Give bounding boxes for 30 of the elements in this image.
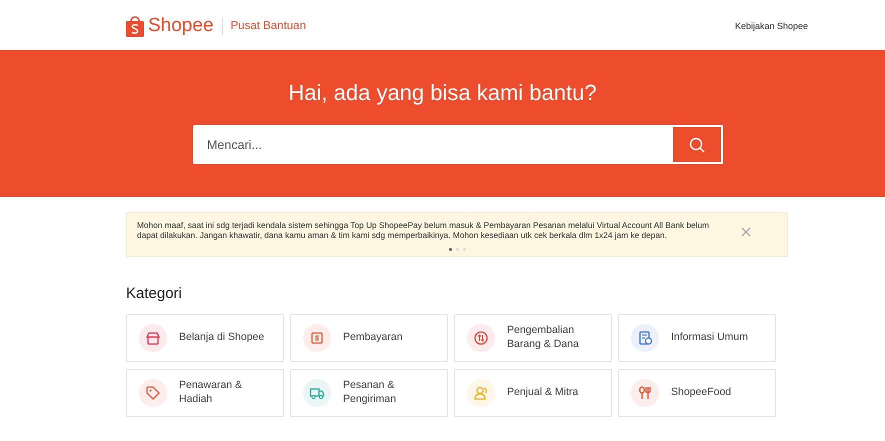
hero-title: Hai, ada yang bisa kami bantu? [287,80,598,106]
category-label: Belanja di Shopee [179,331,264,345]
notice-text: Mohon maaf, saat ini sdg terjadi kendala sistem sehingga Top Up ShopeePay belum masuk & Pembayaran Pesanan melalui Virtual Account All Bank belum dapat dilakukan. Jangan khawatir, dana kamu aman & tim kami sdg memperbaikinya. Mohon kesediaan utk cek berkala dlm 1x24 jam ke depan. [137,220,710,242]
category-label: Pengembalian Barang & Dana [507,324,580,352]
search-icon [689,136,705,153]
category-label: Penjual & Mitra [507,386,578,400]
logo-text[interactable]: Shopee [148,12,214,40]
carousel-dot[interactable] [456,248,458,251]
category-label: ShopeeFood [671,386,732,400]
section-title: Kategori [126,285,183,303]
category-label: Pembayaran [343,331,403,345]
category-label: Penawaran & Hadiah [179,379,244,407]
category-card[interactable]: Belanja di Shopee [126,314,284,362]
category-card[interactable]: Pesanan & Pengiriman [290,369,448,417]
category-label: Pesanan & Pengiriman [343,379,398,407]
close-icon [741,226,751,237]
category-card[interactable]: Penjual & Mitra [454,369,612,417]
category-card[interactable]: ShopeeFood [618,369,776,417]
category-card[interactable]: Penawaran & Hadiah [126,369,284,417]
carousel-dot[interactable] [462,248,466,251]
search-button[interactable] [671,125,723,164]
category-label: Informasi Umum [671,331,748,345]
category-card[interactable]: Informasi Umum [618,314,776,362]
category-card[interactable]: Pengembalian Barang & Dana [454,314,612,362]
category-card[interactable]: Pembayaran [290,314,448,362]
help-center-title: Pusat Bantuan [222,18,306,35]
policy-link[interactable]: Kebijakan Shopee [734,20,808,33]
shopping-bag-logo-icon [126,16,144,37]
search-field[interactable]: Mencari... [193,125,671,164]
carousel-dot[interactable] [448,248,452,251]
